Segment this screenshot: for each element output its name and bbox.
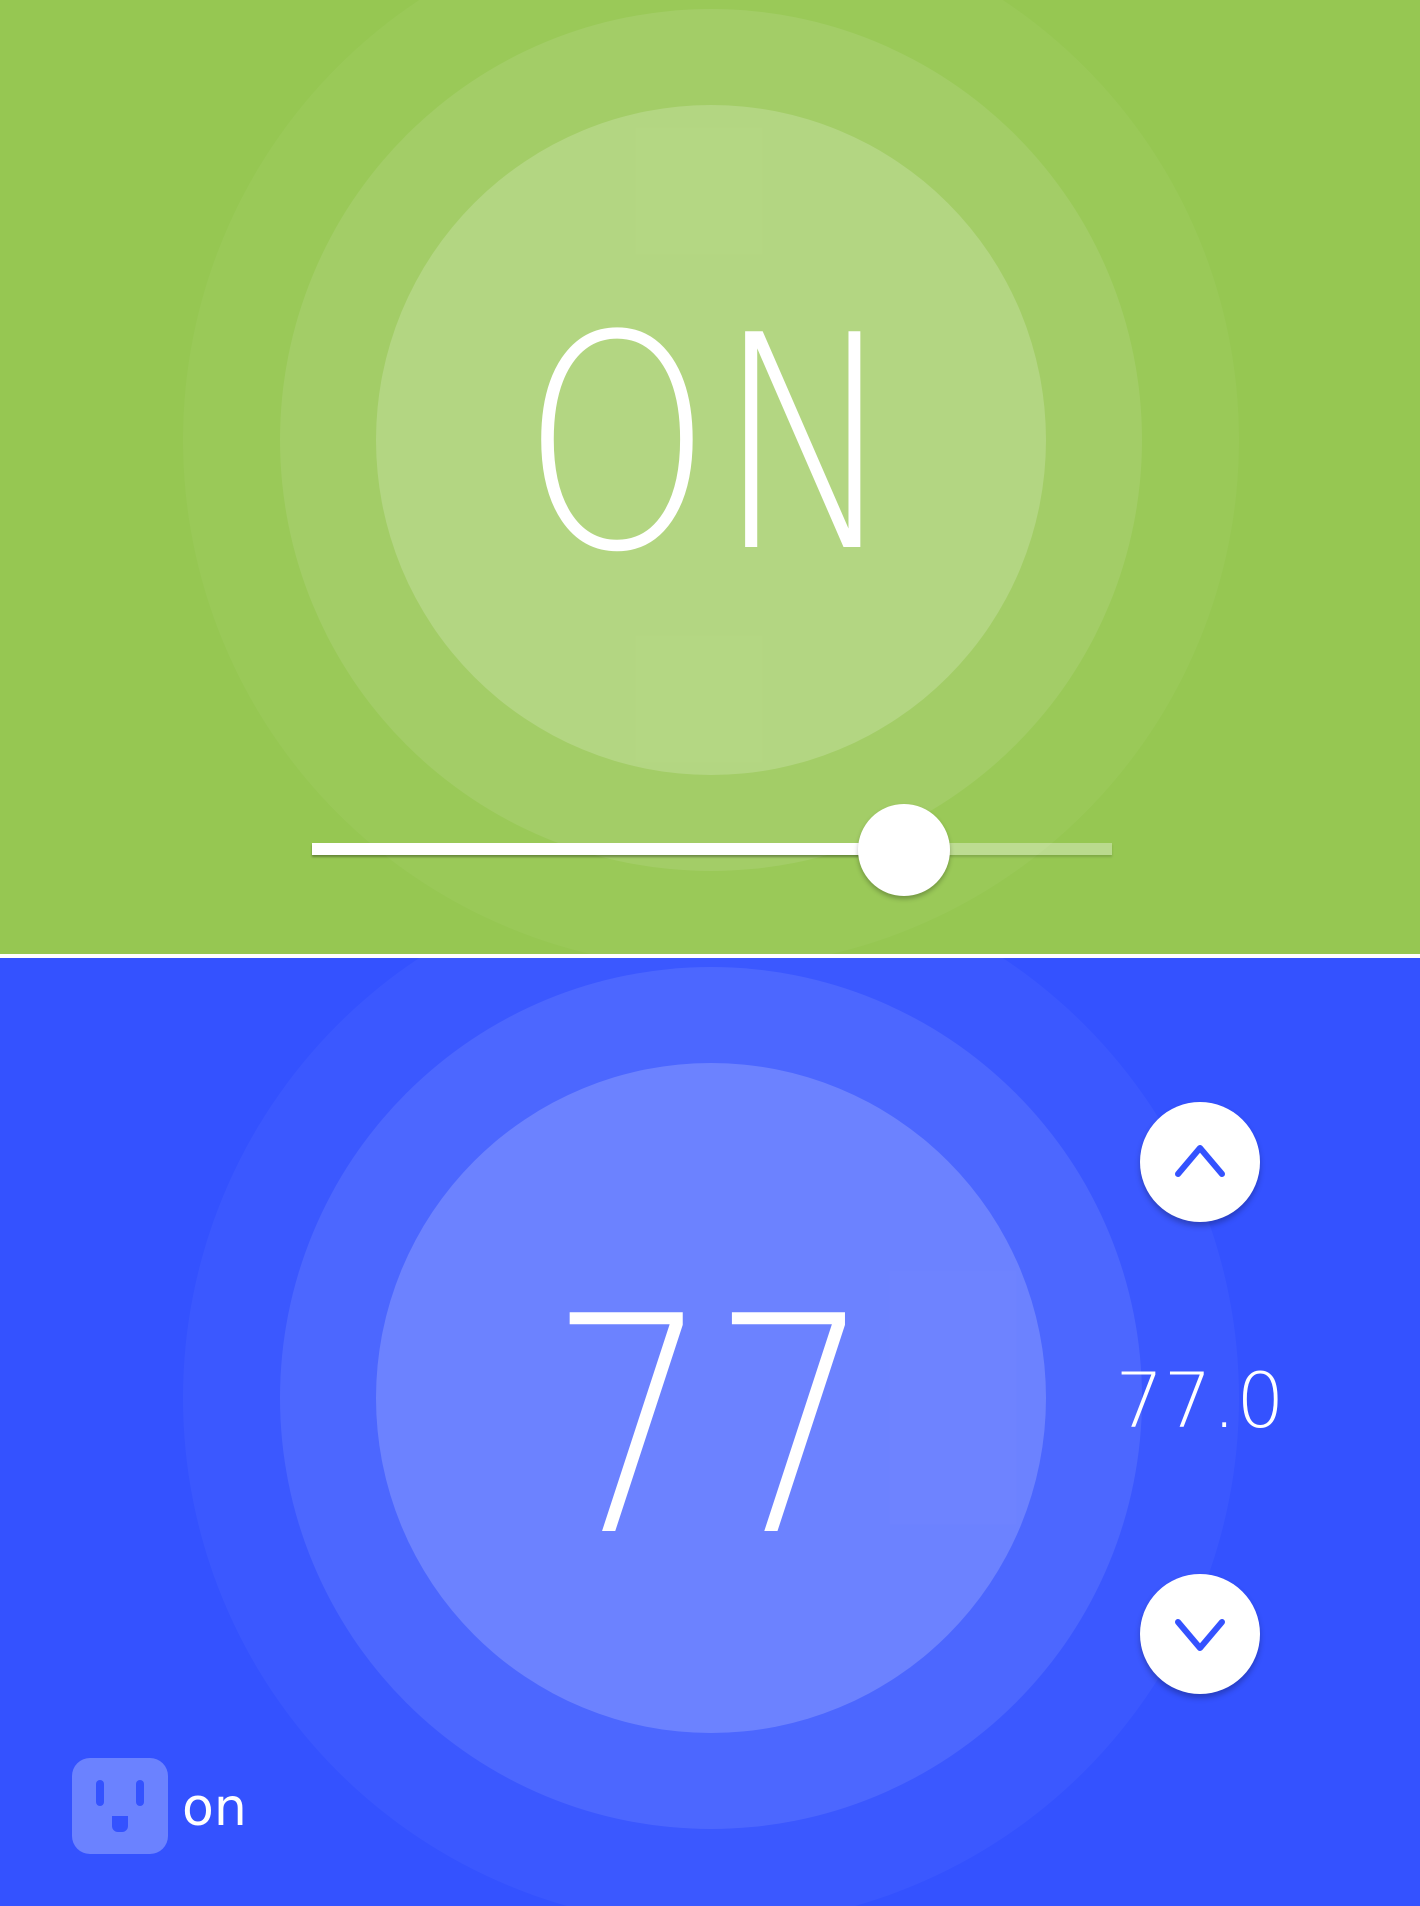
slider-thumb[interactable] bbox=[858, 804, 950, 896]
power-state-label[interactable]: ON bbox=[436, 297, 985, 593]
slider-fill bbox=[312, 843, 904, 855]
level-slider[interactable] bbox=[312, 804, 1112, 896]
thermostat-panel: 77 77.0 on bbox=[0, 958, 1420, 1906]
increase-setpoint-button[interactable] bbox=[1140, 1102, 1260, 1222]
power-outlet-icon bbox=[96, 1780, 144, 1832]
power-panel[interactable]: ON bbox=[0, 0, 1420, 954]
decrease-setpoint-button[interactable] bbox=[1140, 1574, 1260, 1694]
chevron-down-icon bbox=[1175, 1619, 1225, 1651]
device-status-text: on bbox=[182, 1778, 247, 1838]
setpoint-value: 77 bbox=[548, 1253, 874, 1602]
current-temperature: 77.0 bbox=[1115, 1356, 1285, 1445]
chevron-up-icon bbox=[1175, 1145, 1225, 1177]
outlet-device-badge[interactable] bbox=[72, 1758, 168, 1854]
